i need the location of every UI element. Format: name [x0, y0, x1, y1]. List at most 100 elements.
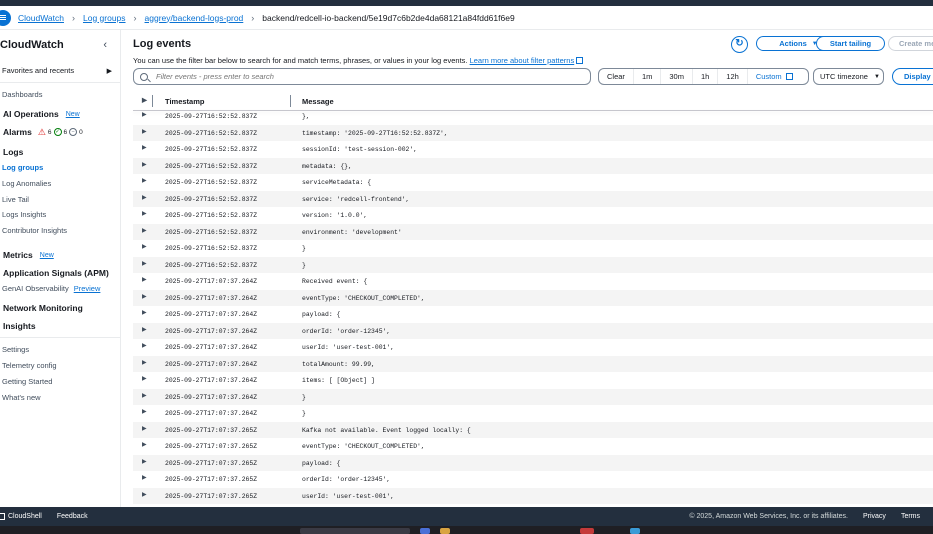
- breadcrumb-log-group[interactable]: aggrey/backend-logs-prod: [145, 13, 244, 23]
- table-row[interactable]: ▶ 2025-09-27T17:07:37.265Z userId: 'user-t…: [133, 487, 933, 504]
- expand-row-icon[interactable]: ▶: [142, 293, 147, 300]
- expand-row-icon[interactable]: ▶: [142, 408, 147, 415]
- table-row[interactable]: ▶ 2025-09-27T16:52:52.837Z metadata: {},: [133, 157, 933, 174]
- sidebar-item-whats-new[interactable]: What's new: [2, 393, 41, 402]
- expand-row-icon[interactable]: ▶: [142, 425, 147, 432]
- expand-row-icon[interactable]: ▶: [142, 458, 147, 465]
- expand-row-icon[interactable]: ▶: [142, 326, 147, 333]
- expand-row-icon[interactable]: ▶: [142, 111, 147, 118]
- table-row[interactable]: ▶ 2025-09-27T17:07:37.265Z payload: {: [133, 454, 933, 471]
- column-message[interactable]: Message: [302, 97, 334, 106]
- create-button[interactable]: Create me: [888, 36, 933, 51]
- timezone-select[interactable]: UTC timezone ▼: [813, 68, 884, 85]
- table-row[interactable]: ▶ 2025-09-27T16:52:52.837Z}: [133, 240, 933, 257]
- expand-row-icon[interactable]: ▶: [142, 276, 147, 283]
- table-row[interactable]: ▶ 2025-09-27T17:07:37.265Z Kafka not avail…: [133, 421, 933, 438]
- table-row[interactable]: ▶ 2025-09-27T16:52:52.837Z serviceMetadata…: [133, 174, 933, 191]
- sidebar-item-log-anomalies[interactable]: Log Anomalies: [2, 179, 51, 188]
- taskbar-search[interactable]: [300, 528, 410, 534]
- expand-row-icon[interactable]: ▶: [142, 161, 147, 168]
- sidebar-item-genai-observability[interactable]: GenAI Observability Preview: [2, 284, 100, 293]
- collapse-sidebar-icon[interactable]: ‹: [103, 39, 107, 51]
- table-row[interactable]: ▶ 2025-09-27T16:52:52.837Z},: [133, 108, 933, 125]
- table-row[interactable]: ▶ 2025-09-27T16:52:52.837Z timestamp: '202…: [133, 124, 933, 141]
- table-row[interactable]: ▶ 2025-09-27T16:52:52.837Z version: '1.0.0…: [133, 207, 933, 224]
- sidebar-item-log-groups[interactable]: Log groups: [2, 163, 43, 172]
- expand-all-icon[interactable]: ▶: [142, 96, 147, 104]
- sidebar-item-insights[interactable]: Insights: [3, 321, 36, 331]
- table-row[interactable]: ▶ 2025-09-27T17:07:37.264Z}: [133, 388, 933, 405]
- breadcrumb-cloudwatch[interactable]: CloudWatch: [18, 13, 64, 23]
- sidebar-item-alarms[interactable]: Alarms ⚠ 6 ✓ 6 − 0: [3, 127, 83, 137]
- table-row[interactable]: ▶ 2025-09-27T16:52:52.837Z service: 'redce…: [133, 190, 933, 207]
- table-row[interactable]: ▶ 2025-09-27T17:07:37.265Z eventType: 'CHE…: [133, 438, 933, 455]
- expand-row-icon[interactable]: ▶: [142, 491, 147, 498]
- filter-events-search[interactable]: [133, 68, 591, 85]
- expand-row-icon[interactable]: ▶: [142, 210, 147, 217]
- time-1m-button[interactable]: 1m: [634, 69, 662, 84]
- expand-row-icon[interactable]: ▶: [142, 194, 147, 201]
- table-row[interactable]: ▶ 2025-09-27T16:52:52.837Z environment: 'd…: [133, 223, 933, 240]
- table-row[interactable]: ▶ 2025-09-27T17:07:37.264Z items: [ [Objec…: [133, 372, 933, 389]
- start-tailing-button[interactable]: Start tailing: [816, 36, 885, 51]
- sidebar-item-contributor-insights[interactable]: Contributor Insights: [2, 226, 67, 235]
- expand-row-icon[interactable]: ▶: [142, 260, 147, 267]
- terms-link[interactable]: Terms: [901, 513, 920, 520]
- sidebar-title[interactable]: CloudWatch: [0, 39, 64, 51]
- table-row[interactable]: ▶ 2025-09-27T17:07:37.264Z userId: 'user-t…: [133, 339, 933, 356]
- menu-icon[interactable]: [0, 9, 11, 26]
- table-row[interactable]: ▶ 2025-09-27T17:07:37.265Z orderId: 'order…: [133, 471, 933, 488]
- feedback-link[interactable]: Feedback: [57, 513, 88, 520]
- sidebar-section-logs[interactable]: Logs: [3, 147, 23, 157]
- sidebar-item-metrics[interactable]: Metrics New: [3, 250, 54, 260]
- expand-row-icon[interactable]: ▶: [142, 392, 147, 399]
- sidebar-item-dashboards[interactable]: Dashboards: [2, 90, 42, 99]
- refresh-button[interactable]: ↻: [731, 36, 748, 53]
- table-row[interactable]: ▶ 2025-09-27T17:07:37.264Z Received event:…: [133, 273, 933, 290]
- expand-row-icon[interactable]: ▶: [142, 342, 147, 349]
- sidebar-item-getting-started[interactable]: Getting Started: [2, 377, 52, 386]
- taskbar-app-icon[interactable]: [630, 528, 640, 534]
- cloudshell-button[interactable]: CloudShell: [0, 513, 42, 520]
- expand-row-icon[interactable]: ▶: [142, 243, 147, 250]
- time-custom-button[interactable]: Custom: [748, 69, 801, 84]
- table-row[interactable]: ▶ 2025-09-27T17:07:37.264Z payload: {: [133, 306, 933, 323]
- table-row[interactable]: ▶ 2025-09-27T16:52:52.837Z sessionId: 'tes…: [133, 141, 933, 158]
- expand-row-icon[interactable]: ▶: [142, 144, 147, 151]
- sidebar-item-favorites[interactable]: Favorites and recents ▶: [2, 66, 112, 75]
- taskbar-app-icon[interactable]: [440, 528, 450, 534]
- time-30m-button[interactable]: 30m: [661, 69, 693, 84]
- expand-row-icon[interactable]: ▶: [142, 375, 147, 382]
- learn-more-link[interactable]: Learn more about filter patterns: [470, 56, 575, 65]
- sidebar-item-logs-insights[interactable]: Logs Insights: [2, 210, 46, 219]
- expand-row-icon[interactable]: ▶: [142, 128, 147, 135]
- table-row[interactable]: ▶ 2025-09-27T17:07:37.264Z}: [133, 405, 933, 422]
- table-row[interactable]: ▶ 2025-09-27T16:52:52.837Z}: [133, 256, 933, 273]
- taskbar-app-icon[interactable]: [420, 528, 430, 534]
- search-input[interactable]: [156, 72, 576, 81]
- privacy-link[interactable]: Privacy: [863, 513, 886, 520]
- sidebar-item-network-monitoring[interactable]: Network Monitoring: [3, 303, 83, 313]
- time-1h-button[interactable]: 1h: [693, 69, 719, 84]
- sidebar-item-settings[interactable]: Settings: [2, 345, 29, 354]
- table-row[interactable]: ▶ 2025-09-27T17:07:37.264Z totalAmount: 99…: [133, 355, 933, 372]
- sidebar-item-live-tail[interactable]: Live Tail: [2, 195, 29, 204]
- expand-row-icon[interactable]: ▶: [142, 309, 147, 316]
- expand-row-icon[interactable]: ▶: [142, 441, 147, 448]
- expand-row-icon[interactable]: ▶: [142, 177, 147, 184]
- column-timestamp[interactable]: Timestamp: [165, 97, 204, 106]
- expand-row-icon[interactable]: ▶: [142, 359, 147, 366]
- time-12h-button[interactable]: 12h: [718, 69, 748, 84]
- breadcrumb-log-groups[interactable]: Log groups: [83, 13, 126, 23]
- column-resize-handle[interactable]: [290, 95, 291, 107]
- sidebar-item-ai-operations[interactable]: AI Operations New: [3, 109, 80, 119]
- sidebar-item-telemetry-config[interactable]: Telemetry config: [2, 361, 57, 370]
- display-button[interactable]: Display: [892, 68, 933, 85]
- table-row[interactable]: ▶ 2025-09-27T17:07:37.264Z eventType: 'CHE…: [133, 289, 933, 306]
- taskbar-app-icon[interactable]: [580, 528, 594, 534]
- table-row[interactable]: ▶ 2025-09-27T17:07:37.264Z orderId: 'order…: [133, 322, 933, 339]
- expand-row-icon[interactable]: ▶: [142, 474, 147, 481]
- time-clear-button[interactable]: Clear: [599, 69, 634, 84]
- expand-row-icon[interactable]: ▶: [142, 227, 147, 234]
- sidebar-item-application-signals[interactable]: Application Signals (APM): [3, 268, 109, 278]
